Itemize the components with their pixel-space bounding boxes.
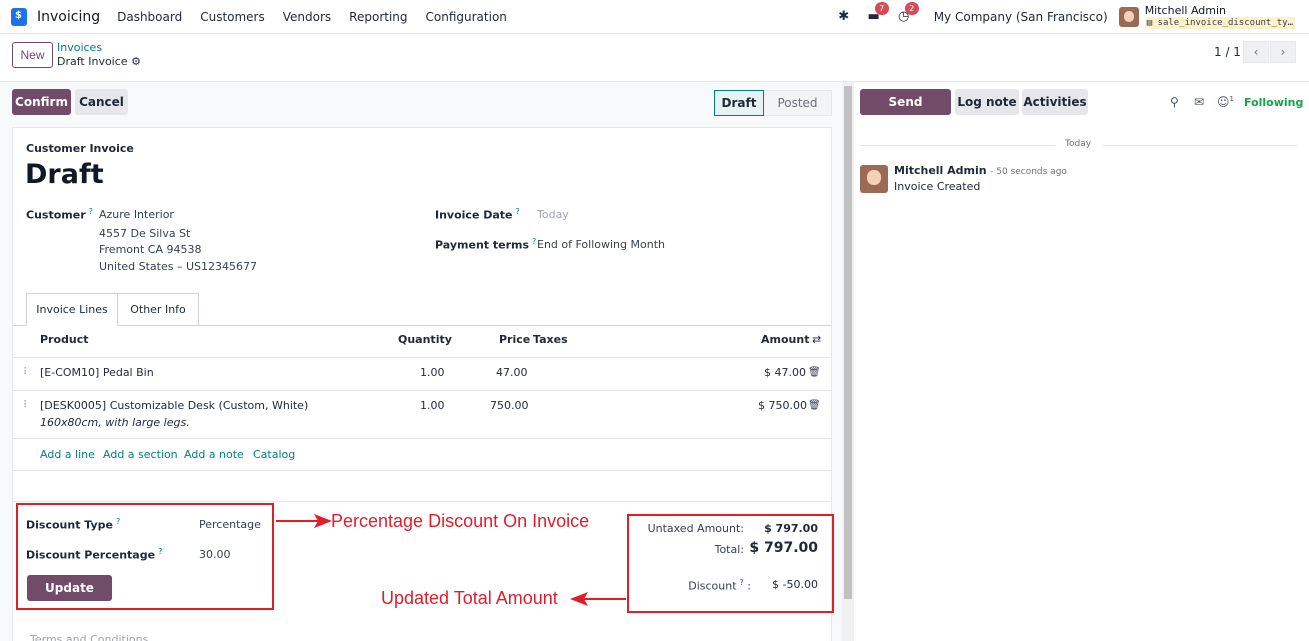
- table-row[interactable]: ⠇ [DESK0005] Customizable Desk (Custom, …: [13, 390, 831, 438]
- followers-icon[interactable]: ☺1: [1217, 95, 1234, 109]
- date-separator: Today: [860, 139, 1297, 151]
- invoice-type: Customer Invoice: [26, 142, 134, 155]
- terms-conditions-input[interactable]: Terms and Conditions: [30, 633, 148, 641]
- menu-configuration[interactable]: Configuration: [426, 10, 507, 24]
- col-amount[interactable]: Amount: [761, 333, 809, 346]
- pager-previous-button[interactable]: ‹: [1243, 41, 1269, 63]
- user-name: Mitchell Admin: [1144, 4, 1227, 17]
- log-note-button[interactable]: Log note: [955, 89, 1019, 115]
- message-body: Invoice Created: [894, 180, 981, 193]
- menu-reporting[interactable]: Reporting: [349, 10, 407, 24]
- chat-count-badge: 7: [874, 2, 889, 15]
- send-message-button[interactable]: Send message: [860, 89, 951, 135]
- clock-icon[interactable]: ◷ 2: [896, 2, 919, 25]
- line-description[interactable]: 160x80cm, with large legs.: [40, 416, 190, 429]
- totals-highlight-box: [627, 514, 834, 613]
- line-amount: $ 750.00: [758, 399, 807, 412]
- drag-handle-icon[interactable]: ⠇: [23, 400, 30, 411]
- add-line-link[interactable]: Add a line: [40, 448, 95, 461]
- chevron-right-icon: ›: [1280, 45, 1286, 59]
- chatter-panel: Send message Log note Activities ⚲ ✉ ☺1 …: [854, 82, 1309, 641]
- line-product[interactable]: [E-COM10] Pedal Bin: [40, 366, 154, 379]
- invoice-date-input[interactable]: Today: [537, 208, 569, 221]
- breadcrumb-invoices[interactable]: Invoices: [57, 41, 102, 54]
- top-navbar: Invoicing Dashboard Customers Vendors Re…: [0, 0, 1309, 34]
- col-taxes[interactable]: Taxes: [533, 333, 568, 346]
- line-quantity[interactable]: 1.00: [420, 366, 445, 379]
- cancel-button[interactable]: Cancel: [75, 89, 128, 115]
- trash-icon[interactable]: 🗑: [808, 400, 821, 411]
- line-quantity[interactable]: 1.00: [420, 399, 445, 412]
- col-product[interactable]: Product: [40, 333, 89, 346]
- line-price[interactable]: 47.00: [496, 366, 528, 379]
- chat-icon[interactable]: ▬ 7: [866, 2, 889, 25]
- line-product[interactable]: [DESK0005] Customizable Desk (Custom, Wh…: [40, 399, 308, 412]
- message-time: - 50 seconds ago: [990, 167, 1067, 177]
- arrow-icon: [276, 514, 332, 528]
- form-scrollbar[interactable]: [842, 82, 854, 641]
- following-button[interactable]: Following: [1244, 96, 1303, 109]
- trash-icon[interactable]: 🗑: [808, 367, 821, 378]
- scrollbar-thumb[interactable]: [844, 86, 852, 599]
- bug-icon[interactable]: ✱: [836, 9, 852, 25]
- chevron-left-icon: ‹: [1253, 45, 1259, 59]
- annotation-updated-total: Updated Total Amount: [381, 588, 558, 608]
- invoicing-app-icon[interactable]: [11, 7, 27, 26]
- confirm-button[interactable]: Confirm: [12, 89, 71, 115]
- new-button[interactable]: New: [12, 42, 53, 68]
- customer-country: United States – US12345677: [99, 260, 258, 273]
- customer-city: Fremont CA 94538: [99, 243, 202, 256]
- menu-vendors[interactable]: Vendors: [283, 10, 331, 24]
- invoice-date-label: Invoice Date?: [435, 207, 520, 222]
- payment-terms-label: Payment terms?: [435, 237, 537, 252]
- message-author[interactable]: Mitchell Admin: [894, 164, 987, 177]
- invoice-title: Draft: [25, 159, 104, 190]
- activity-count-badge: 2: [904, 2, 919, 15]
- menu-customers[interactable]: Customers: [200, 10, 265, 24]
- add-note-link[interactable]: Add a note: [184, 448, 244, 461]
- control-panel: New Invoices Draft Invoice ⚙ 1 / 1 ‹ ›: [0, 34, 1309, 82]
- pager-value[interactable]: 1 / 1: [1214, 45, 1241, 59]
- col-price[interactable]: Price: [499, 333, 530, 346]
- payment-terms-input[interactable]: End of Following Month: [537, 238, 665, 251]
- add-section-link[interactable]: Add a section: [103, 448, 178, 461]
- activities-button[interactable]: Activities: [1022, 89, 1088, 115]
- discount-highlight-box: [16, 503, 274, 610]
- today-label: Today: [1065, 139, 1092, 149]
- status-posted[interactable]: Posted: [764, 90, 832, 116]
- customer-street: 4557 De Silva St: [99, 227, 191, 240]
- tab-divider: [13, 325, 831, 326]
- tab-invoice-lines[interactable]: Invoice Lines: [26, 293, 118, 326]
- message-author-avatar[interactable]: [860, 165, 888, 193]
- app-name[interactable]: Invoicing: [37, 9, 100, 25]
- gear-icon[interactable]: ⚙: [131, 55, 141, 68]
- breadcrumb-current: Draft Invoice ⚙: [57, 55, 141, 68]
- search-icon[interactable]: ⚲: [1170, 95, 1179, 109]
- line-amount: $ 47.00: [764, 366, 806, 379]
- line-price[interactable]: 750.00: [490, 399, 529, 412]
- user-avatar[interactable]: [1118, 7, 1139, 27]
- customer-name[interactable]: Azure Interior: [99, 208, 174, 221]
- pager-next-button[interactable]: ›: [1270, 41, 1296, 63]
- col-quantity[interactable]: Quantity: [398, 333, 452, 346]
- database-name: ▤ sale_invoice_discount_ty…: [1144, 17, 1295, 29]
- paperclip-icon[interactable]: ✉: [1194, 95, 1204, 109]
- optional-columns-icon[interactable]: ⇄: [812, 333, 821, 346]
- annotation-percentage-discount: Percentage Discount On Invoice: [331, 511, 590, 531]
- form-view: Confirm Cancel Draft Posted Customer Inv…: [0, 82, 842, 641]
- section-divider: [13, 501, 831, 502]
- arrow-icon: [570, 592, 626, 606]
- message-header: Mitchell Admin - 50 seconds ago: [894, 164, 1067, 177]
- catalog-link[interactable]: Catalog: [253, 448, 295, 461]
- tab-other-info[interactable]: Other Info: [118, 293, 199, 326]
- customer-label: Customer?: [26, 207, 93, 222]
- drag-handle-icon[interactable]: ⠇: [23, 367, 30, 378]
- status-draft[interactable]: Draft: [714, 90, 764, 116]
- user-menu[interactable]: Mitchell Admin ▤ sale_invoice_discount_t…: [1144, 4, 1295, 29]
- company-switcher[interactable]: My Company (San Francisco): [934, 10, 1108, 24]
- menu-dashboard[interactable]: Dashboard: [117, 10, 182, 24]
- table-row[interactable]: ⠇ [E-COM10] Pedal Bin 1.00 47.00 $ 47.00…: [13, 357, 831, 390]
